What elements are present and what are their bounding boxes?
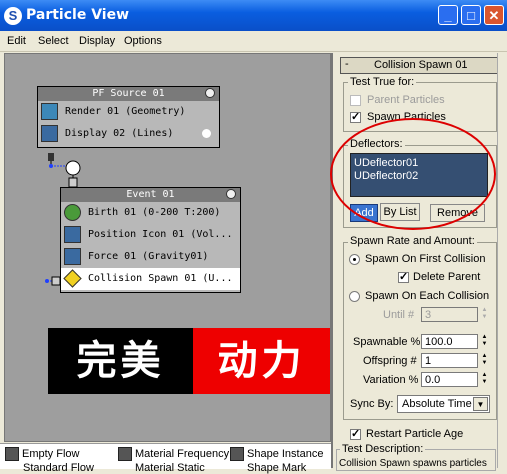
spawn-particles-checkbox[interactable] xyxy=(350,110,361,123)
birth-icon xyxy=(64,204,81,221)
close-button[interactable]: ✕ xyxy=(484,5,504,25)
test-description-text: Collision Spawn spawns particles xyxy=(339,458,487,469)
parent-particles-label: Parent Particles xyxy=(367,94,445,106)
sync-by-label: Sync By: xyxy=(350,398,394,410)
shape-instance-icon xyxy=(230,447,244,461)
depot-item-shape-mark[interactable]: Shape Mark xyxy=(247,462,306,474)
teapot-icon xyxy=(41,103,58,120)
restart-particle-age-label: Restart Particle Age xyxy=(366,428,464,440)
offspring-label: Offspring # xyxy=(363,355,417,367)
menu-options[interactable]: Options xyxy=(124,35,162,47)
variation-label: Variation % xyxy=(363,374,419,386)
depot-item-material-static[interactable]: Material Static xyxy=(135,462,205,474)
operator-row-render[interactable]: Render 01 (Geometry) xyxy=(38,101,219,123)
pf-source-title: PF Source 01 xyxy=(92,88,165,99)
depot-item-shape-instance[interactable]: Shape Instance xyxy=(230,447,323,461)
until-label: Until # xyxy=(383,309,415,321)
rollout-header[interactable]: - Collision Spawn 01 xyxy=(340,57,499,74)
operator-depot: Empty Flow Material Frequency Shape Inst… xyxy=(0,443,331,474)
until-spinner-arrows-icon[interactable]: ▲ ▼ xyxy=(480,307,489,322)
display-color-icon xyxy=(202,129,211,138)
offspring-spinner[interactable]: 1 xyxy=(421,353,478,368)
node-title-bar: PF Source 01 xyxy=(38,87,219,101)
display-icon xyxy=(41,125,58,142)
spawn-rate-label: Spawn Rate and Amount: xyxy=(348,235,477,247)
empty-flow-icon xyxy=(5,447,19,461)
operator-row-force[interactable]: Force 01 (Gravity01) xyxy=(61,246,240,268)
rollout-collapse-sign: - xyxy=(345,58,349,70)
spawnable-spinner-arrows-icon[interactable]: ▲ ▼ xyxy=(480,334,489,349)
variation-spinner-arrows-icon[interactable]: ▲ ▼ xyxy=(480,372,489,387)
spawnable-label: Spawnable % xyxy=(353,336,421,348)
parent-particles-checkbox[interactable] xyxy=(350,95,361,106)
depot-item-material-frequency[interactable]: Material Frequency xyxy=(118,447,229,461)
spawn-each-collision-radio[interactable] xyxy=(349,291,360,302)
operator-row-collision-spawn[interactable]: Collision Spawn 01 (U... xyxy=(61,268,240,290)
operator-label: Display 02 (Lines) xyxy=(65,128,174,139)
delete-parent-label: Delete Parent xyxy=(413,271,481,283)
menu-select[interactable]: Select xyxy=(38,35,69,47)
watermark-banner-left: 完美 xyxy=(48,328,193,394)
pf-source-node[interactable]: PF Source 01 Render 01 (Geometry) Displa… xyxy=(37,86,220,148)
operator-label: Collision Spawn 01 (U... xyxy=(88,273,233,284)
panel-scrollbar[interactable] xyxy=(497,53,507,468)
spawn-each-collision-label: Spawn On Each Collision xyxy=(365,290,490,302)
depot-item-empty-flow[interactable]: Empty Flow xyxy=(5,447,79,461)
offspring-spinner-arrows-icon[interactable]: ▲ ▼ xyxy=(480,353,489,368)
sync-by-value: Absolute Time xyxy=(402,398,472,410)
maximize-button[interactable]: □ xyxy=(461,5,481,25)
operator-label: Position Icon 01 (Vol... xyxy=(88,229,233,240)
red-highlight-ellipse xyxy=(330,118,496,230)
depot-item-standard-flow[interactable]: Standard Flow xyxy=(23,462,94,474)
rollout-title: Collision Spawn 01 xyxy=(374,59,468,71)
event-node[interactable]: Event 01 Birth 01 (0-200 T:200) Position… xyxy=(60,187,241,293)
operator-row-birth[interactable]: Birth 01 (0-200 T:200) xyxy=(61,202,240,224)
menu-bar: Edit Select Display Options xyxy=(0,31,507,52)
window-title: Particle View xyxy=(26,7,130,23)
spawnable-spinner[interactable]: 100.0 xyxy=(421,334,478,349)
app-logo-icon[interactable]: S xyxy=(4,7,22,25)
event-title: Event 01 xyxy=(126,189,175,200)
depot-label: Shape Instance xyxy=(247,447,324,460)
operator-row-position[interactable]: Position Icon 01 (Vol... xyxy=(61,224,240,246)
spawn-rate-group xyxy=(343,242,497,420)
operator-label: Force 01 (Gravity01) xyxy=(88,251,209,262)
collision-spawn-test-icon xyxy=(63,269,82,288)
spawn-first-collision-radio[interactable] xyxy=(349,254,360,265)
material-frequency-icon xyxy=(118,447,132,461)
light-bulb-icon[interactable] xyxy=(205,88,215,98)
watermark-banner-right: 动力 xyxy=(193,328,330,394)
until-spinner[interactable]: 3 xyxy=(421,307,478,322)
delete-parent-checkbox[interactable] xyxy=(398,270,409,283)
spawn-first-collision-label: Spawn On First Collision xyxy=(365,253,486,265)
variation-spinner[interactable]: 0.0 xyxy=(421,372,478,387)
light-bulb-icon[interactable] xyxy=(226,189,236,199)
operator-label: Birth 01 (0-200 T:200) xyxy=(88,207,221,218)
restart-particle-age-checkbox[interactable] xyxy=(350,427,361,440)
force-icon xyxy=(64,248,81,265)
minimize-button[interactable]: _ xyxy=(438,5,458,25)
depot-label: Material Frequency xyxy=(135,447,230,460)
position-icon xyxy=(64,226,81,243)
menu-display[interactable]: Display xyxy=(79,35,115,47)
operator-label: Render 01 (Geometry) xyxy=(65,106,186,117)
node-title-bar: Event 01 xyxy=(61,188,240,202)
test-true-for-label: Test True for: xyxy=(348,76,417,88)
depot-label: Empty Flow xyxy=(22,447,80,460)
dropdown-arrow-icon[interactable]: ▼ xyxy=(473,397,488,411)
test-description-label: Test Description: xyxy=(340,443,426,455)
operator-row-display[interactable]: Display 02 (Lines) xyxy=(38,123,219,145)
menu-edit[interactable]: Edit xyxy=(7,35,26,47)
